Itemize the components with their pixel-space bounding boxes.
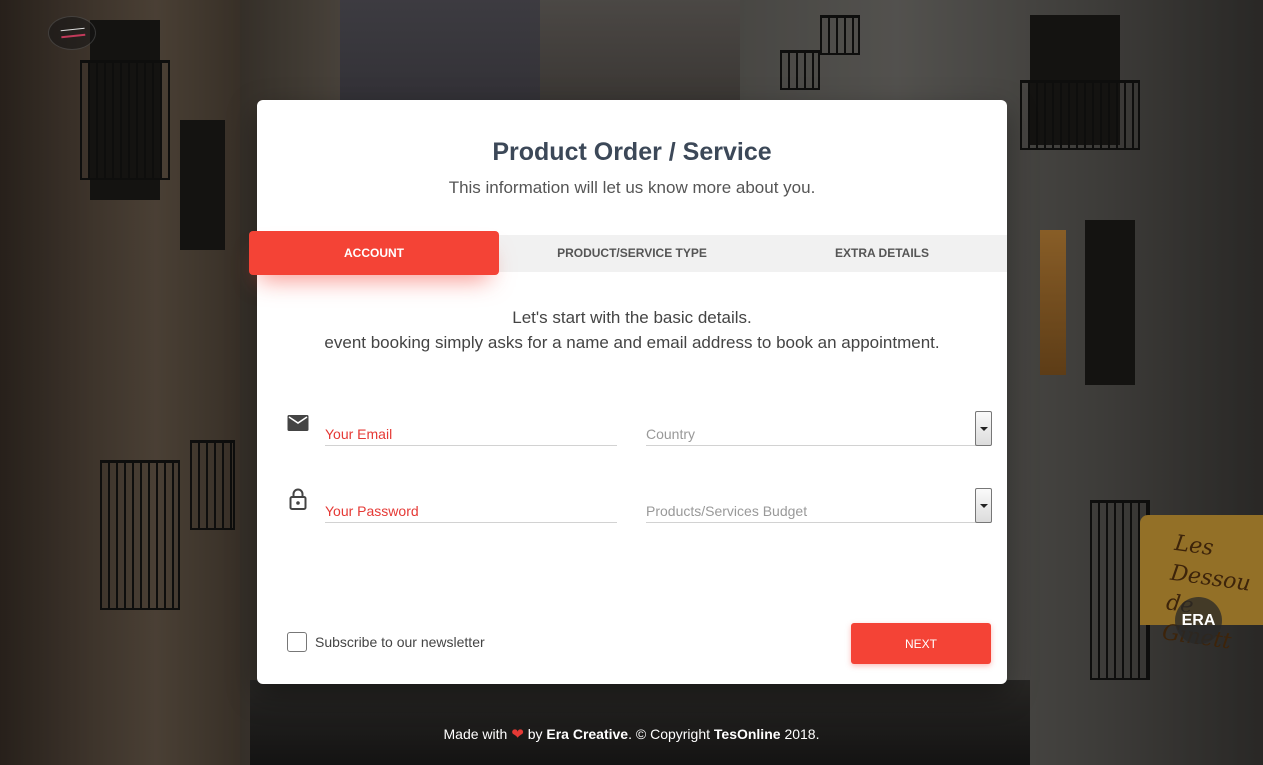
email-field bbox=[325, 410, 617, 446]
password-field bbox=[325, 487, 617, 523]
password-input[interactable] bbox=[325, 487, 617, 522]
newsletter-label: Subscribe to our newsletter bbox=[315, 634, 485, 650]
tab-extra-details[interactable]: EXTRA DETAILS bbox=[757, 235, 1007, 272]
country-dropdown-button[interactable] bbox=[975, 411, 992, 446]
email-input[interactable] bbox=[325, 410, 617, 445]
footer-company-link[interactable]: TesOnline bbox=[714, 726, 781, 742]
chevron-down-icon bbox=[980, 427, 988, 431]
brand-logo[interactable] bbox=[48, 16, 96, 50]
era-badge[interactable]: ERA bbox=[1175, 597, 1222, 644]
footer-year: 2018. bbox=[784, 726, 820, 742]
footer-credits: Made with ❤ by Era Creative. © Copyright… bbox=[0, 725, 1263, 743]
intro-text: Let's start with the basic details. even… bbox=[257, 305, 1007, 355]
budget-field bbox=[646, 487, 991, 523]
footer-author-link[interactable]: Era Creative bbox=[546, 726, 628, 742]
next-button[interactable]: NEXT bbox=[851, 623, 991, 664]
tab-account[interactable]: ACCOUNT bbox=[249, 231, 499, 275]
intro-line-2: event booking simply asks for a name and… bbox=[324, 333, 940, 352]
tab-product-service-type[interactable]: PRODUCT/SERVICE TYPE bbox=[507, 235, 757, 272]
country-select[interactable] bbox=[646, 410, 991, 445]
budget-dropdown-button[interactable] bbox=[975, 488, 992, 523]
lock-icon bbox=[289, 488, 307, 510]
footer-by: by bbox=[527, 726, 543, 742]
budget-select[interactable] bbox=[646, 487, 991, 522]
chevron-down-icon bbox=[980, 504, 988, 508]
intro-line-1: Let's start with the basic details. bbox=[512, 308, 752, 327]
order-form-card: Product Order / Service This information… bbox=[249, 100, 1007, 684]
footer-copyright: . © Copyright bbox=[628, 726, 710, 742]
country-field bbox=[646, 410, 991, 446]
newsletter-checkbox[interactable] bbox=[287, 632, 307, 652]
envelope-icon bbox=[287, 415, 309, 431]
form-subtitle: This information will let us know more a… bbox=[448, 178, 816, 197]
form-title: Product Order / Service bbox=[492, 138, 772, 166]
heart-icon: ❤ bbox=[511, 726, 524, 743]
footer-made-with: Made with bbox=[443, 726, 508, 742]
